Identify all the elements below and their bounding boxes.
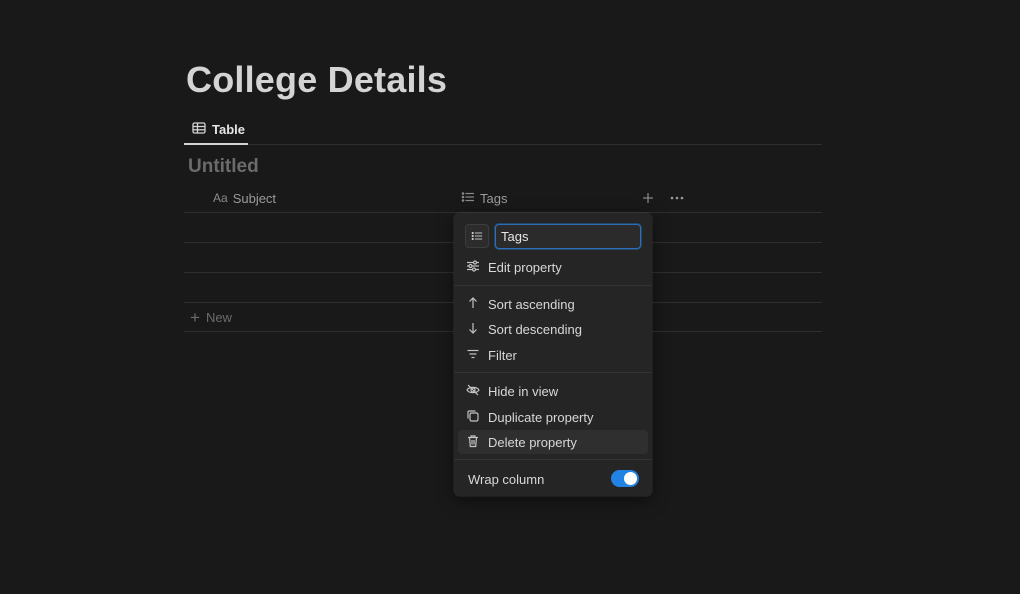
duplicate-icon <box>466 409 480 426</box>
plus-icon: + <box>190 307 200 327</box>
edit-property-item[interactable]: Edit property <box>458 255 648 279</box>
menu-divider <box>454 372 652 373</box>
menu-item-label: Hide in view <box>488 383 559 399</box>
arrow-down-icon <box>466 321 480 338</box>
page-title[interactable]: College Details <box>186 58 447 102</box>
property-type-button[interactable] <box>465 224 489 248</box>
menu-item-label: Delete property <box>488 434 577 450</box>
menu-divider <box>454 285 652 286</box>
view-tabs: Table <box>184 116 822 145</box>
menu-item-label: Duplicate property <box>488 409 594 425</box>
filter-item[interactable]: Filter <box>458 343 648 367</box>
table-icon <box>192 121 206 138</box>
more-options-button[interactable] <box>667 188 687 208</box>
new-row-label: New <box>205 309 232 325</box>
column-header-tags[interactable]: Tags <box>461 184 507 212</box>
sliders-icon <box>466 259 480 276</box>
database-title[interactable]: Untitled <box>188 156 259 178</box>
tab-table[interactable]: Table <box>184 116 248 145</box>
column-header-subject[interactable]: Aa Subject <box>213 184 276 212</box>
property-menu: Edit property Sort ascending Sort descen… <box>454 213 652 496</box>
add-column-button[interactable] <box>638 188 658 208</box>
list-icon <box>461 190 475 207</box>
column-label: Tags <box>480 190 508 206</box>
menu-item-label: Edit property <box>488 259 562 275</box>
arrow-up-icon <box>466 296 480 313</box>
property-name-input[interactable] <box>495 224 641 249</box>
wrap-column-toggle[interactable] <box>611 470 639 487</box>
menu-item-label: Sort ascending <box>488 296 575 312</box>
text-aa-icon: Aa <box>213 191 228 205</box>
delete-property-item[interactable]: Delete property <box>458 430 648 454</box>
wrap-column-label: Wrap column <box>468 471 545 487</box>
menu-divider <box>454 459 652 460</box>
list-icon <box>471 231 483 241</box>
tab-table-label: Table <box>212 122 245 137</box>
trash-icon <box>466 434 480 451</box>
eye-slash-icon <box>466 383 480 400</box>
sort-ascending-item[interactable]: Sort ascending <box>458 292 648 316</box>
toggle-knob <box>624 472 637 485</box>
table-header: Aa Subject Tags <box>184 184 822 213</box>
column-label: Subject <box>232 190 277 206</box>
hide-in-view-item[interactable]: Hide in view <box>458 379 648 403</box>
plus-icon <box>643 193 653 203</box>
sort-descending-item[interactable]: Sort descending <box>458 317 648 341</box>
duplicate-property-item[interactable]: Duplicate property <box>458 405 648 429</box>
more-horizontal-icon <box>670 196 684 200</box>
menu-item-label: Filter <box>488 347 517 363</box>
menu-item-label: Sort descending <box>488 321 582 337</box>
filter-icon <box>466 347 480 364</box>
